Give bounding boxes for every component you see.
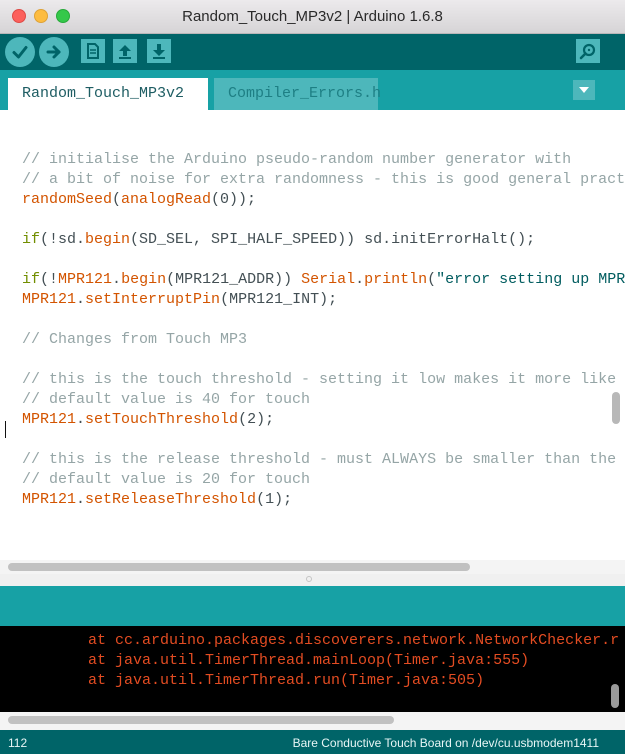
toolbar (0, 34, 625, 70)
console-line: at cc.arduino.packages.discoverers.netwo… (88, 632, 620, 649)
code-text-segment: ( (427, 271, 437, 288)
code-line: // this is the release threshold - must … (22, 451, 617, 468)
tab-random-touch-mp3v2[interactable]: Random_Touch_MP3v2 (8, 78, 208, 110)
console-line: at java.util.TimerThread.run(Timer.java:… (88, 672, 485, 689)
code-function: MPR121 (22, 491, 77, 508)
code-function: setTouchThreshold (85, 411, 239, 428)
code-line: randomSeed(analogRead(0)); (22, 190, 256, 210)
code-line: if(!MPR121.begin(MPR121_ADDR)) Serial.pr… (22, 270, 625, 290)
status-bar: 112 Bare Conductive Touch Board on /dev/… (0, 730, 625, 754)
code-function: analogRead (121, 191, 212, 208)
console-line: at java.util.TimerThread.mainLoop(Timer.… (88, 652, 530, 669)
code-text-segment: (1); (256, 491, 293, 508)
save-sketch-button[interactable] (147, 39, 171, 63)
code-text-segment: . (76, 411, 86, 428)
pane-splitter[interactable] (0, 574, 625, 586)
arduino-ide-window: Random_Touch_MP3v2 | Arduino 1.6.8 Rando… (0, 0, 625, 754)
code-function: MPR121 (58, 271, 113, 288)
board-port-info: Bare Conductive Touch Board on /dev/cu.u… (292, 736, 599, 750)
document-icon (87, 43, 99, 59)
code-line: // default value is 20 for touch (22, 471, 311, 488)
code-function: begin (85, 231, 131, 248)
magnifier-icon (579, 43, 596, 60)
splitter-handle-icon[interactable] (306, 576, 312, 582)
code-text-segment: (! (40, 271, 59, 288)
new-sketch-button[interactable] (81, 39, 105, 63)
message-area (0, 586, 625, 626)
tab-bar: Random_Touch_MP3v2 Compiler_Errors.h (0, 70, 625, 110)
code-line: MPR121.setReleaseThreshold(1); (22, 490, 292, 510)
code-keyword: if (22, 271, 41, 288)
code-editor[interactable]: // initialise the Arduino pseudo-random … (0, 110, 625, 560)
code-string: "error setting up MPR (436, 271, 625, 288)
code-line: // Changes from Touch MP3 (22, 331, 248, 348)
code-function: randomSeed (22, 191, 113, 208)
code-text-segment: (!sd. (40, 231, 86, 248)
console-horizontal-scrollbar[interactable] (0, 712, 625, 730)
arrow-up-icon (119, 45, 131, 59)
code-text-segment: . (355, 271, 365, 288)
editor-vertical-scrollbar[interactable] (612, 392, 620, 424)
triangle-down-icon (579, 87, 589, 93)
window-title: Random_Touch_MP3v2 | Arduino 1.6.8 (182, 8, 443, 25)
code-line: // default value is 40 for touch (22, 391, 311, 408)
title-bar[interactable]: Random_Touch_MP3v2 | Arduino 1.6.8 (0, 0, 625, 34)
console-horizontal-scroll-thumb[interactable] (8, 716, 394, 724)
code-text-segment: . (76, 291, 86, 308)
code-function: setInterruptPin (85, 291, 221, 308)
code-function: MPR121 (22, 291, 77, 308)
code-line: // a bit of noise for extra randomness -… (22, 171, 625, 188)
code-line: MPR121.setTouchThreshold(2); (22, 410, 274, 430)
code-line: MPR121.setInterruptPin(MPR121_INT); (22, 290, 337, 310)
code-line: // initialise the Arduino pseudo-random … (22, 151, 572, 168)
arrow-down-icon (153, 44, 165, 59)
open-sketch-button[interactable] (113, 39, 137, 63)
code-text-segment: (2); (238, 411, 275, 428)
code-function: begin (121, 271, 167, 288)
code-text-segment: (0)); (211, 191, 257, 208)
upload-button[interactable] (39, 37, 69, 67)
code-text-segment: (SD_SEL, SPI_HALF_SPEED)) sd.initErrorHa… (130, 231, 536, 248)
code-text-segment: (MPR121_ADDR)) (166, 271, 302, 288)
code-text-segment: . (76, 491, 86, 508)
editor-horizontal-scroll-thumb[interactable] (8, 563, 470, 571)
tab-compiler-errors-h[interactable]: Compiler_Errors.h (214, 78, 381, 110)
code-class: Serial (301, 271, 356, 288)
code-function: println (364, 271, 428, 288)
code-text-segment: . (112, 271, 122, 288)
code-text-segment: ( (112, 191, 122, 208)
console-output[interactable]: at cc.arduino.packages.discoverers.netwo… (0, 626, 625, 712)
code-line: if(!sd.begin(SD_SEL, SPI_HALF_SPEED)) sd… (22, 230, 535, 250)
code-function: setReleaseThreshold (85, 491, 257, 508)
code-line: // this is the touch threshold - setting… (22, 371, 617, 388)
code-keyword: if (22, 231, 41, 248)
tab-menu-button[interactable] (573, 80, 595, 100)
serial-monitor-button[interactable] (576, 39, 600, 63)
text-cursor (5, 421, 6, 438)
console-vertical-scrollbar[interactable] (611, 684, 619, 708)
verify-button[interactable] (5, 37, 35, 67)
code-text-segment: (MPR121_INT); (220, 291, 338, 308)
code-function: MPR121 (22, 411, 77, 428)
checkmark-icon (12, 46, 28, 59)
arrow-right-icon (46, 45, 61, 59)
line-number: 112 (8, 736, 28, 750)
